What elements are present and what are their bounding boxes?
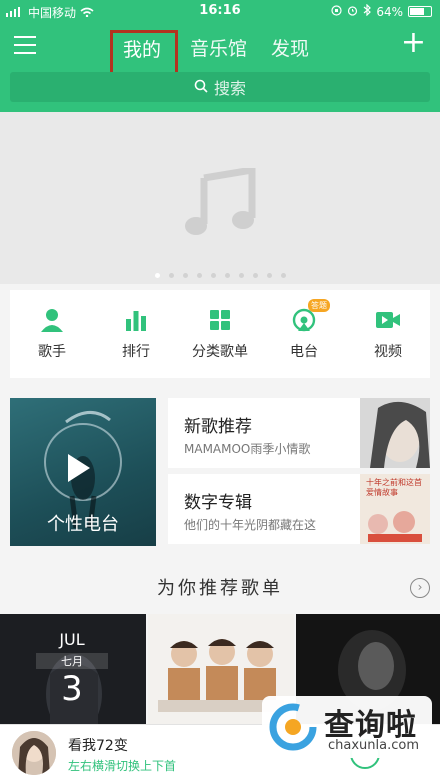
- radio-badge: 答题: [308, 299, 330, 312]
- grid-icon: [207, 307, 233, 333]
- battery-label: 64%: [376, 4, 403, 19]
- chart-bars-icon: [123, 307, 149, 333]
- category-video[interactable]: 视频: [348, 307, 428, 361]
- album-thumb-text: 十年之前和这首爱情故事: [366, 478, 422, 497]
- playlist-card[interactable]: JUL 七月 3: [0, 614, 146, 724]
- top-nav: 我的 音乐馆 发现 + 搜索: [0, 24, 440, 112]
- hamburger-icon: [14, 36, 36, 38]
- watermark-logo: [269, 703, 317, 751]
- category-label: 电台: [290, 344, 318, 360]
- battery-icon: [408, 6, 432, 17]
- now-playing-cover[interactable]: [12, 731, 56, 775]
- album-subtitle: 他们的十年光阴都藏在这: [184, 518, 317, 532]
- play-icon[interactable]: [68, 454, 90, 482]
- menu-button[interactable]: [14, 36, 36, 56]
- bluetooth-icon: [363, 3, 372, 19]
- video-icon: [375, 307, 401, 333]
- status-right: 64%: [331, 3, 432, 19]
- new-songs-thumbnail: [360, 398, 430, 468]
- banner-carousel[interactable]: [0, 112, 440, 284]
- album-thumb-art: [368, 511, 422, 542]
- more-playlists-button[interactable]: ›: [410, 578, 430, 598]
- digital-album-card[interactable]: 数字专辑 他们的十年光阴都藏在这 十年之前和这首爱情故事: [168, 474, 430, 544]
- tab-mine[interactable]: 我的: [110, 30, 178, 78]
- category-label: 排行: [122, 344, 150, 360]
- tab-music-hall[interactable]: 音乐馆: [178, 30, 259, 78]
- music-note-icon: [185, 168, 256, 235]
- lock-rotation-icon: [331, 4, 342, 19]
- tab-discover[interactable]: 发现: [259, 30, 321, 78]
- add-button[interactable]: +: [401, 28, 426, 58]
- calendar-day: 3: [61, 669, 83, 709]
- new-songs-card[interactable]: 新歌推荐 MAMAMOO雨季小情歌: [168, 398, 430, 468]
- now-playing-title: 看我72变: [68, 738, 128, 754]
- search-icon: [194, 78, 208, 97]
- calendar-month: JUL: [59, 630, 85, 649]
- category-singer[interactable]: 歌手: [12, 307, 92, 361]
- swipe-hint: 左右横滑切换上下首: [68, 759, 177, 773]
- carousel-dots: [0, 273, 440, 278]
- category-radio[interactable]: 答题 电台: [264, 299, 344, 361]
- recommended-playlists-heading: 为你推荐歌单: [157, 578, 283, 599]
- search-placeholder: 搜索: [213, 79, 246, 98]
- watermark-domain: chaxunla.com: [328, 738, 419, 753]
- calendar-lunar: 七月: [36, 653, 108, 669]
- new-songs-title: 新歌推荐: [184, 417, 252, 437]
- singer-icon: [39, 307, 65, 333]
- alarm-icon: [347, 5, 358, 19]
- category-label: 分类歌单: [192, 344, 248, 360]
- album-thumbnail: 十年之前和这首爱情故事: [360, 474, 430, 544]
- new-songs-subtitle: MAMAMOO雨季小情歌: [184, 442, 311, 456]
- album-title: 数字专辑: [184, 493, 252, 513]
- watermark: 查询啦 chaxunla.com: [262, 696, 432, 758]
- status-bar: 中国移动 16:16 64%: [0, 0, 440, 24]
- category-label: 视频: [374, 344, 402, 360]
- search-bar[interactable]: 搜索: [10, 72, 430, 102]
- tab-bar: 我的 音乐馆 发现: [110, 30, 321, 78]
- category-bar: 歌手 排行 分类歌单 答题 电台 视频: [10, 290, 430, 378]
- radio-card-title: 个性电台: [47, 514, 119, 535]
- category-label: 歌手: [38, 344, 66, 360]
- calendar-widget: JUL 七月 3: [36, 630, 108, 709]
- category-playlists[interactable]: 分类歌单: [180, 307, 260, 361]
- category-ranking[interactable]: 排行: [96, 307, 176, 361]
- personal-radio-card[interactable]: 个性电台: [10, 398, 156, 546]
